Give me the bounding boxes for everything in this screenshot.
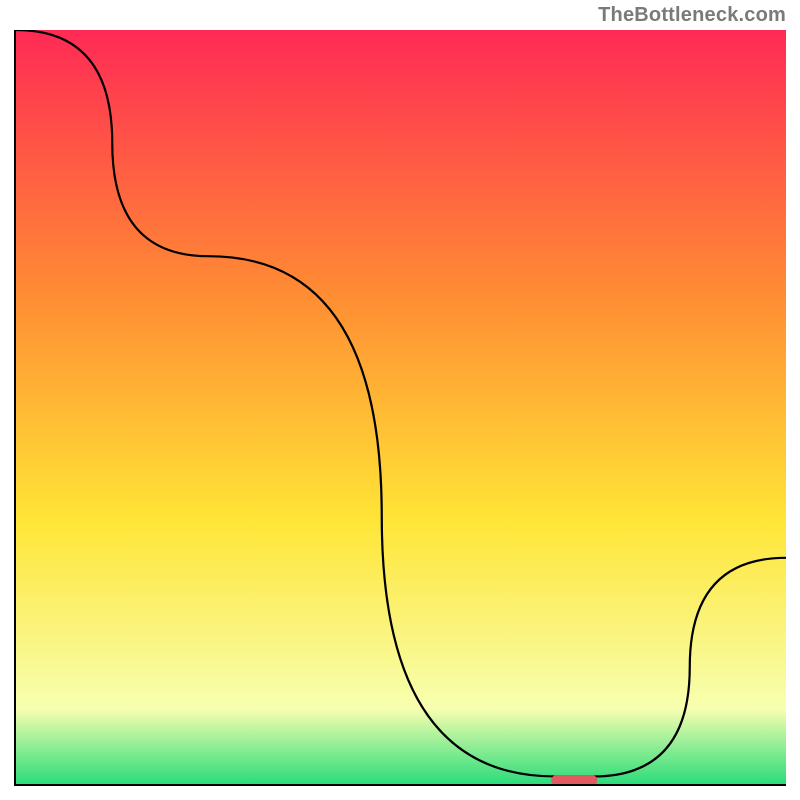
bottleneck-chart [16,30,786,784]
optimal-marker [551,775,597,784]
chart-background [16,30,786,784]
watermark-text: TheBottleneck.com [598,4,786,27]
